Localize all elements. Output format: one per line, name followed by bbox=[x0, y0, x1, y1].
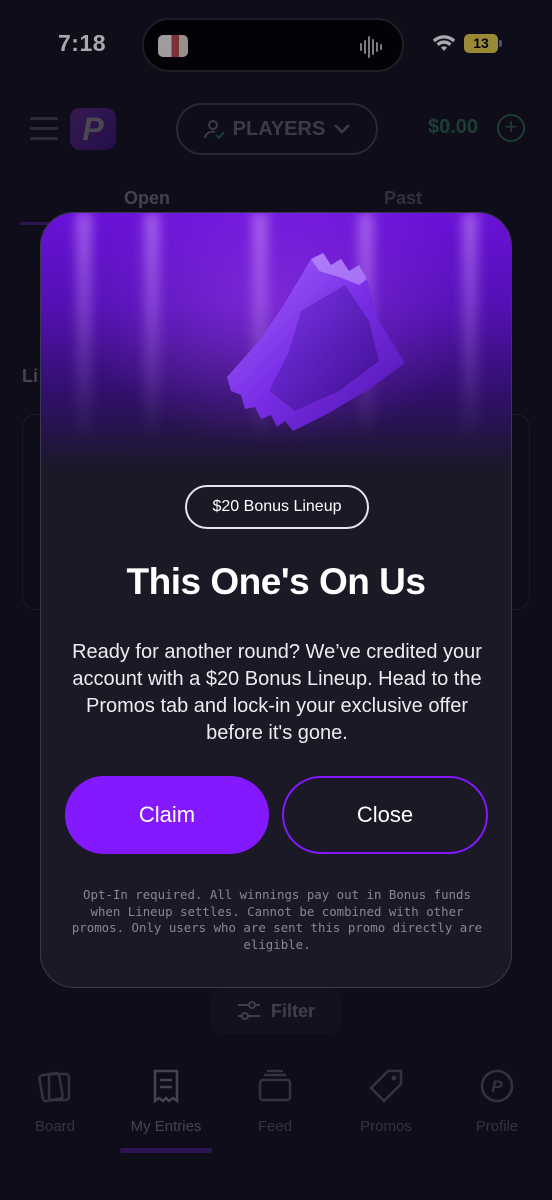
modal-title: This One's On Us bbox=[126, 561, 426, 602]
modal-hero bbox=[41, 213, 511, 473]
close-button[interactable]: Close bbox=[282, 776, 488, 854]
promo-modal: $20 Bonus Lineup This One's On Us Ready … bbox=[40, 212, 512, 988]
ticket-icon bbox=[227, 253, 405, 431]
claim-button[interactable]: Claim bbox=[65, 776, 269, 854]
disclaimer: Opt-In required. All winnings pay out in… bbox=[71, 887, 483, 952]
modal-body: Ready for another round? We’ve credited … bbox=[72, 641, 482, 744]
bonus-chip: $20 Bonus Lineup bbox=[185, 485, 369, 529]
